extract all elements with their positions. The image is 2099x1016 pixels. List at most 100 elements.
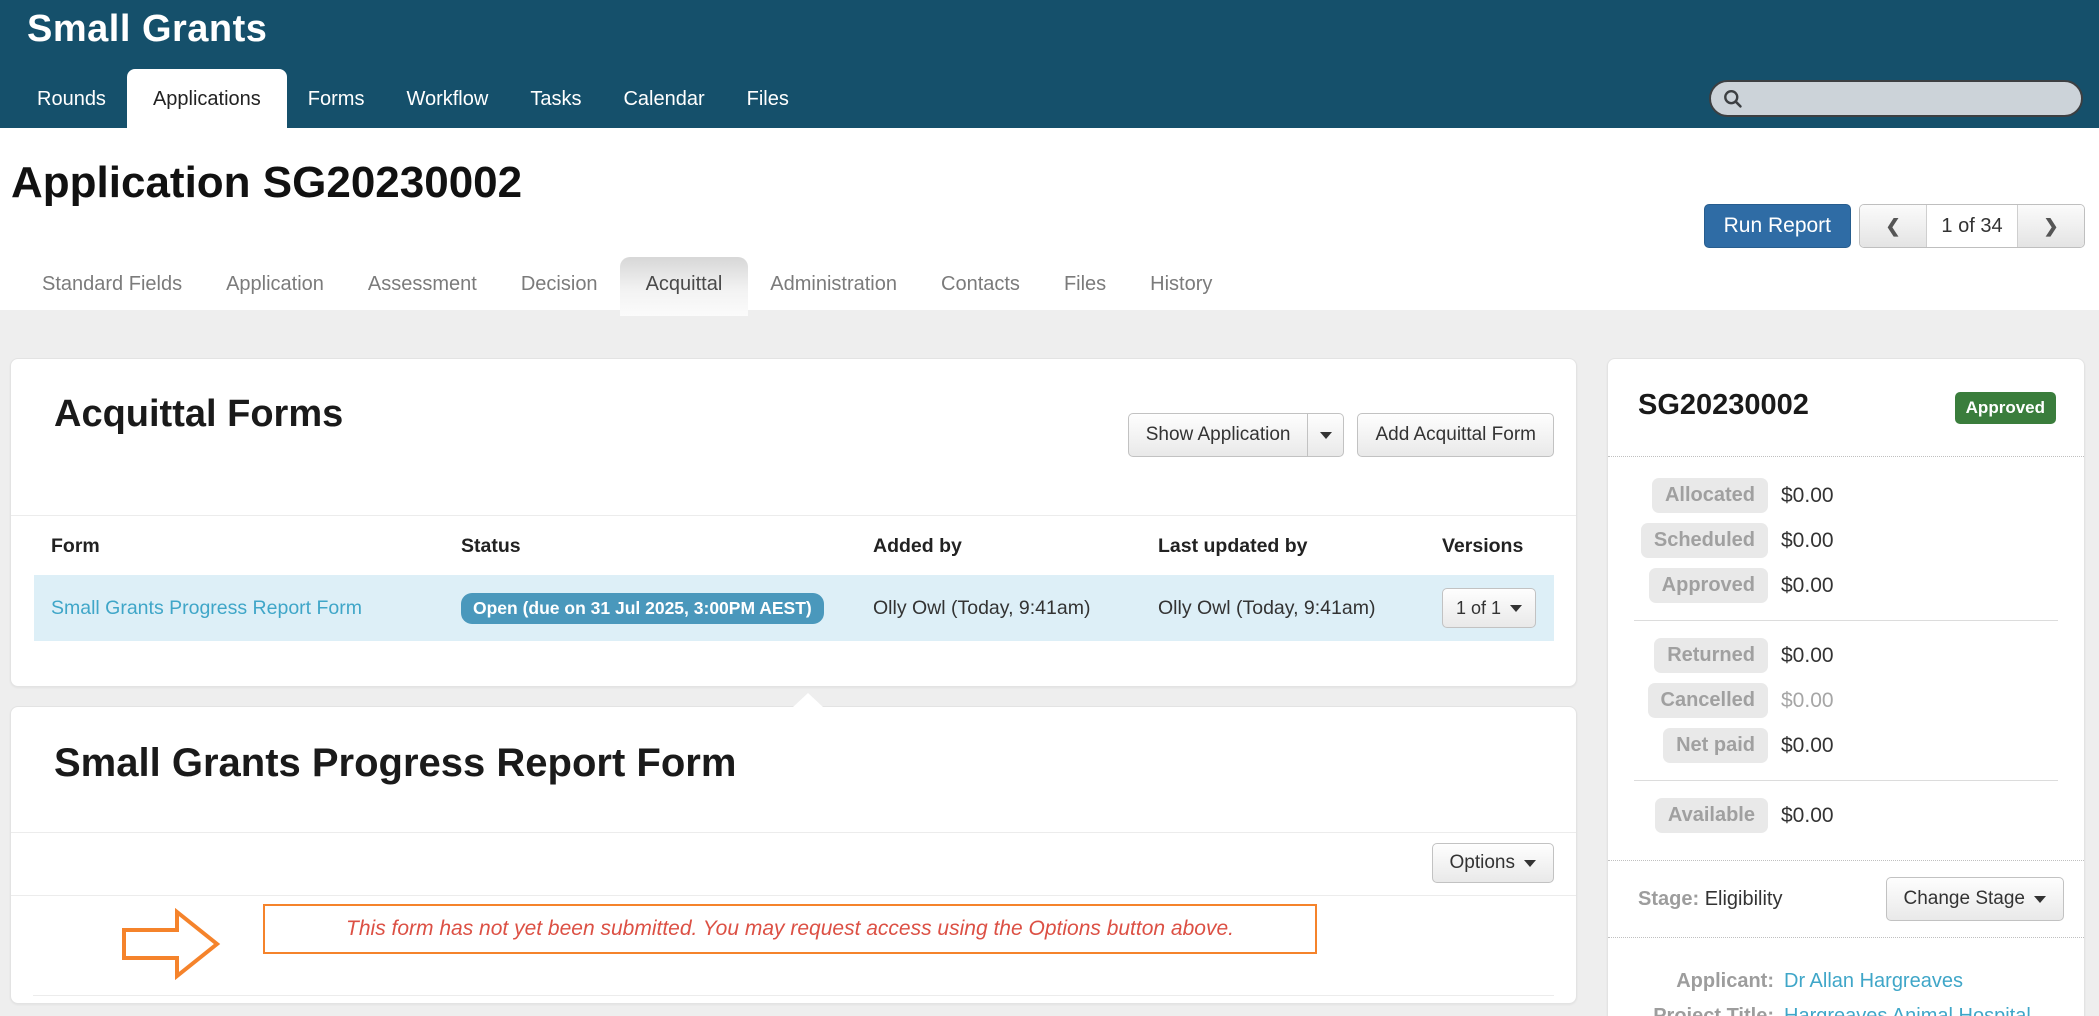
app-title: Small Grants (27, 8, 267, 51)
acquittal-forms-table: Form Status Added by Last updated by Ver… (34, 516, 1554, 641)
pager-position-label: 1 of 34 (1926, 205, 2018, 247)
divider (33, 995, 1554, 996)
amount-label: Returned (1654, 638, 1768, 673)
col-header-last-updated-by: Last updated by (1141, 516, 1425, 575)
amount-label: Scheduled (1641, 523, 1768, 558)
form-link[interactable]: Small Grants Progress Report Form (51, 597, 362, 619)
search-box[interactable] (1709, 80, 2083, 117)
tab-files[interactable]: Files (1042, 263, 1128, 310)
funding-amounts: Allocated $0.00 Scheduled $0.00 Approved… (1608, 457, 2084, 842)
caret-down-icon (1510, 605, 1522, 612)
tab-application[interactable]: Application (204, 263, 346, 310)
amount-row-net-paid: Net paid $0.00 (1608, 723, 2084, 768)
show-application-button[interactable]: Show Application (1128, 413, 1309, 457)
amount-value: $0.00 (1781, 529, 1834, 553)
caret-down-icon (1320, 432, 1332, 439)
project-title-label: Project Title: (1608, 1005, 1774, 1016)
col-header-added-by: Added by (856, 516, 1141, 575)
col-header-versions: Versions (1425, 516, 1554, 575)
application-tabs: Standard Fields Application Assessment D… (20, 257, 1234, 310)
pager-prev-button[interactable]: ❮ (1860, 205, 1926, 247)
options-dropdown-button[interactable]: Options (1432, 843, 1554, 883)
options-label: Options (1450, 852, 1515, 874)
amount-row-approved: Approved $0.00 (1608, 563, 2084, 608)
caret-down-icon (1524, 860, 1536, 867)
show-application-split-button: Show Application (1128, 413, 1345, 457)
versions-dropdown-button[interactable]: 1 of 1 (1442, 588, 1536, 628)
nav-tab-forms[interactable]: Forms (287, 73, 386, 128)
amount-value: $0.00 (1781, 644, 1834, 668)
amount-label: Allocated (1652, 478, 1768, 513)
not-submitted-alert-text: This form has not yet been submitted. Yo… (346, 917, 1234, 941)
approved-status-badge: Approved (1955, 392, 2056, 424)
change-stage-label: Change Stage (1904, 888, 2026, 910)
orange-arrow-icon (121, 908, 221, 980)
amount-row-allocated: Allocated $0.00 (1608, 473, 2084, 518)
nav-tab-applications[interactable]: Applications (127, 69, 287, 128)
tab-assessment[interactable]: Assessment (346, 263, 499, 310)
progress-report-title: Small Grants Progress Report Form (54, 741, 1533, 786)
amount-row-returned: Returned $0.00 (1608, 633, 2084, 678)
search-icon (1723, 88, 1743, 110)
table-row: Small Grants Progress Report Form Open (… (34, 575, 1554, 641)
stage-value: Eligibility (1705, 888, 1783, 910)
applicant-row: Applicant: Dr Allan Hargreaves (1608, 964, 2084, 999)
status-badge: Open (due on 31 Jul 2025, 3:00PM AEST) (461, 593, 824, 624)
pager-next-button[interactable]: ❯ (2018, 205, 2084, 247)
amount-value: $0.00 (1781, 734, 1834, 758)
amount-row-scheduled: Scheduled $0.00 (1608, 518, 2084, 563)
applicant-label: Applicant: (1608, 970, 1774, 993)
nav-tab-files[interactable]: Files (726, 73, 810, 128)
divider (1634, 780, 2058, 781)
progress-report-toolbar: Options (11, 832, 1576, 895)
amount-label: Available (1655, 798, 1768, 833)
acquittal-forms-actions: Show Application Add Acquittal Form (1128, 413, 1554, 457)
stage-label: Stage: (1638, 888, 1699, 910)
nav-tab-rounds[interactable]: Rounds (16, 73, 127, 128)
amount-value: $0.00 (1781, 689, 1834, 713)
amount-label: Cancelled (1648, 683, 1768, 718)
not-submitted-alert-box: This form has not yet been submitted. Yo… (263, 904, 1317, 954)
nav-tab-calendar[interactable]: Calendar (602, 73, 725, 128)
chevron-right-icon: ❯ (2043, 217, 2058, 235)
page-head: Application SG20230002 Run Report ❮ 1 of… (0, 128, 2099, 310)
contact-section: Applicant: Dr Allan Hargreaves Project T… (1608, 938, 2084, 1016)
app-header: Small Grants Rounds Applications Forms W… (0, 0, 2099, 128)
application-summary-panel: SG20230002 Approved Allocated $0.00 Sche… (1607, 358, 2085, 1016)
versions-label: 1 of 1 (1456, 598, 1501, 619)
acquittal-forms-title: Acquittal Forms (54, 393, 343, 436)
not-submitted-alert-row: This form has not yet been submitted. Yo… (11, 895, 1576, 995)
show-application-dropdown-toggle[interactable] (1308, 413, 1344, 457)
tab-standard-fields[interactable]: Standard Fields (20, 263, 204, 310)
amount-label: Approved (1649, 568, 1768, 603)
run-report-button[interactable]: Run Report (1704, 204, 1851, 248)
record-pager: ❮ 1 of 34 ❯ (1859, 204, 2085, 248)
stage-row: Stage: Eligibility Change Stage (1608, 861, 2084, 937)
application-id: SG20230002 (1638, 389, 1809, 422)
acquittal-forms-panel: Acquittal Forms Show Application Add Acq… (10, 358, 1577, 687)
nav-tab-workflow[interactable]: Workflow (385, 73, 509, 128)
tab-history[interactable]: History (1128, 263, 1234, 310)
table-header-row: Form Status Added by Last updated by Ver… (34, 516, 1554, 575)
panel-notch-triangle (793, 693, 823, 707)
change-stage-button[interactable]: Change Stage (1886, 877, 2065, 921)
applicant-link[interactable]: Dr Allan Hargreaves (1784, 970, 1963, 993)
last-updated-by-cell: Olly Owl (Today, 9:41am) (1141, 575, 1425, 641)
tab-contacts[interactable]: Contacts (919, 263, 1042, 310)
nav-tab-tasks[interactable]: Tasks (509, 73, 602, 128)
tab-administration[interactable]: Administration (748, 263, 919, 310)
add-acquittal-form-button[interactable]: Add Acquittal Form (1357, 413, 1554, 457)
amount-row-available: Available $0.00 (1608, 793, 2084, 838)
search-input[interactable] (1751, 88, 2069, 109)
tab-acquittal[interactable]: Acquittal (620, 257, 749, 316)
project-title-row: Project Title: Hargreaves Animal Hospita… (1608, 999, 2084, 1016)
project-title-link[interactable]: Hargreaves Animal Hospital (1784, 1005, 2031, 1016)
caret-down-icon (2034, 896, 2046, 903)
amount-value: $0.00 (1781, 574, 1834, 598)
main-nav: Rounds Applications Forms Workflow Tasks… (16, 69, 810, 128)
amount-value: $0.00 (1781, 484, 1834, 508)
chevron-left-icon: ❮ (1885, 217, 1900, 235)
tab-decision[interactable]: Decision (499, 263, 620, 310)
progress-report-panel: Small Grants Progress Report Form Option… (10, 706, 1577, 1004)
added-by-cell: Olly Owl (Today, 9:41am) (856, 575, 1141, 641)
